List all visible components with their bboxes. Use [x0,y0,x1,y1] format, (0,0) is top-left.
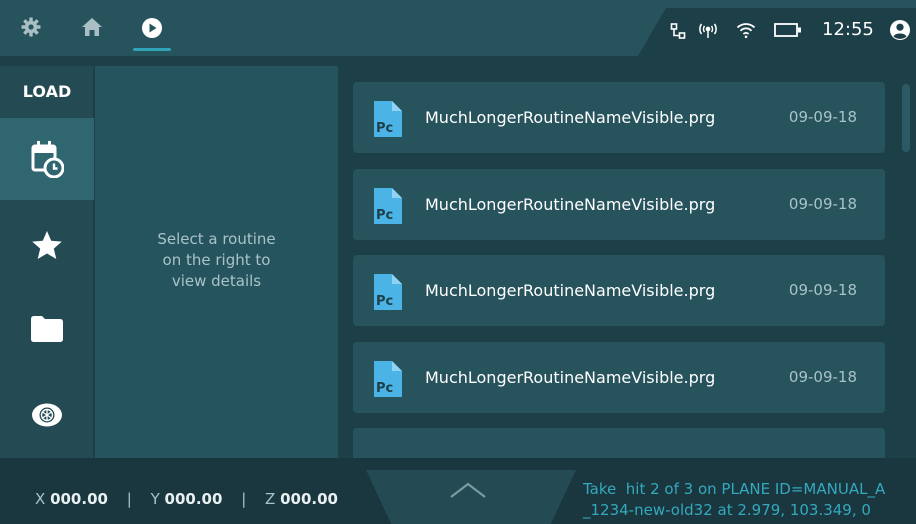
pc-file-icon: Pc [374,274,402,310]
pc-file-icon: Pc [374,101,402,137]
routine-name: MuchLongerRoutineNameVisible.prg [425,108,716,127]
z-coord-label: Z [265,490,276,508]
wifi-icon [735,20,757,40]
y-coord-value: 000.00 [164,490,223,508]
routine-row[interactable]: Pc MuchLongerRoutineNameVisible.prg 09-0… [353,342,885,413]
load-sidebar: LOAD [0,66,94,458]
svg-text:Pc: Pc [376,294,393,309]
sidebar-item-favorites[interactable] [0,204,94,286]
svg-text:Pc: Pc [376,381,393,396]
empty-detail-message: Select a routine on the right to view de… [95,229,338,292]
pc-file-icon: Pc [374,188,402,224]
routine-row-partial[interactable] [353,428,885,458]
coord-separator: | [126,490,132,508]
battery-icon [773,22,803,38]
recent-calendar-icon [31,141,64,178]
sidebar-item-view[interactable] [0,374,94,456]
routine-name: MuchLongerRoutineNameVisible.prg [425,195,716,214]
play-icon[interactable] [140,16,164,40]
routine-row[interactable]: Pc MuchLongerRoutineNameVisible.prg 09-0… [353,82,885,153]
user-icon[interactable] [888,18,912,42]
antenna-icon [696,22,720,40]
detail-message-line-1: Select a routine [157,230,276,248]
routine-detail-panel: Select a routine on the right to view de… [95,66,338,458]
chevron-up-icon[interactable] [448,478,488,502]
x-coord-value: 000.00 [50,490,108,508]
status-message: Take hit 2 of 3 on PLANE ID=MANUAL_A _12… [583,479,913,521]
routine-name: MuchLongerRoutineNameVisible.prg [425,281,716,300]
eye-icon [32,403,62,427]
svg-text:Pc: Pc [376,121,393,136]
status-line-2: _1234-new-old32 at 2.979, 103.349, 0 [583,501,871,519]
pc-file-icon: Pc [374,361,402,397]
folder-icon [31,316,63,342]
gear-icon[interactable] [20,16,42,38]
routine-row[interactable]: Pc MuchLongerRoutineNameVisible.prg 09-0… [353,255,885,326]
routine-date: 09-09-18 [788,368,857,386]
routine-date: 09-09-18 [788,281,857,299]
routine-list[interactable]: Pc MuchLongerRoutineNameVisible.prg 09-0… [338,66,916,458]
svg-text:Pc: Pc [376,208,393,223]
active-tab-indicator [133,48,171,51]
routine-date: 09-09-18 [788,108,857,126]
x-coord-label: X [35,490,46,508]
clock-time: 12:55 [822,19,874,40]
network-icon [669,22,687,40]
sidebar-item-folders[interactable] [0,288,94,370]
sidebar-item-recent[interactable] [0,118,94,200]
routine-name: MuchLongerRoutineNameVisible.prg [425,368,716,387]
top-bar-strip [0,56,916,66]
routine-row[interactable]: Pc MuchLongerRoutineNameVisible.prg 09-0… [353,169,885,240]
routine-date: 09-09-18 [788,195,857,213]
coord-separator: | [241,490,247,508]
detail-message-line-3: view details [171,272,262,290]
list-scrollbar[interactable] [902,84,910,152]
sidebar-title: LOAD [22,82,72,101]
detail-message-line-2: on the right to [162,251,271,269]
z-coord-value: 000.00 [280,490,338,508]
coordinates-readout: X 000.00 | Y 000.00 | Z 000.00 [35,490,338,508]
star-icon [32,231,62,259]
status-line-1: Take hit 2 of 3 on PLANE ID=MANUAL_A [583,480,886,498]
y-coord-label: Y [150,490,160,508]
home-icon[interactable] [80,16,104,38]
